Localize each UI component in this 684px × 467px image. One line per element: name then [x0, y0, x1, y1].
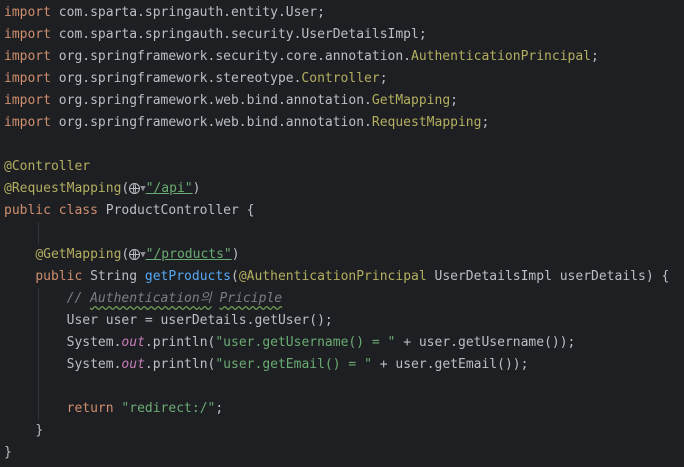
code-line-5: import org.springframework.web.bind.anno… [0, 90, 684, 112]
import-path: com.sparta.springauth.security.UserDetai… [50, 27, 427, 42]
keyword: public [35, 269, 83, 284]
import-package: org.springframework.security.core.annota… [50, 49, 411, 64]
code-line-4: import org.springframework.stereotype.Co… [0, 68, 684, 90]
keyword: public class [4, 203, 98, 218]
import-package: org.springframework.stereotype. [50, 71, 302, 86]
import-path: com.sparta.springauth.entity.User; [50, 5, 325, 20]
code-line-16: System.out.println("user.getUsername() =… [0, 332, 684, 354]
string-literal: "user.getUsername() = " [215, 335, 396, 350]
keyword: import [4, 5, 51, 20]
indent-guide [38, 310, 39, 332]
url-string-link[interactable]: "/api" [146, 181, 193, 196]
code-line-17: System.out.println("user.getEmail() = " … [0, 354, 684, 376]
code-line-11 [0, 222, 684, 244]
import-package: org.springframework.web.bind.annotation. [50, 93, 372, 108]
code-line-18 [0, 376, 684, 398]
import-class: RequestMapping [371, 115, 482, 130]
globe-icon[interactable] [129, 249, 141, 260]
code-line-6: import org.springframework.web.bind.anno… [0, 112, 684, 134]
paren-close: ) [192, 181, 201, 196]
semicolon: ; [379, 71, 388, 86]
annotation: @Controller [4, 159, 91, 174]
globe-icon[interactable] [129, 183, 141, 194]
comment-word: 의 [199, 291, 212, 306]
keyword: import [4, 71, 51, 86]
indent-guide [38, 354, 39, 376]
annotation: @RequestMapping [4, 181, 122, 196]
url-string-link[interactable]: "/products" [146, 247, 232, 262]
paren-close: ) [231, 247, 240, 262]
import-package: org.springframework.web.bind.annotation. [50, 115, 372, 130]
closing-brace: } [35, 423, 44, 438]
code-line-10: public class ProductController { [0, 200, 684, 222]
code-line-19: return "redirect:/"; [0, 398, 684, 420]
semicolon: ; [591, 49, 599, 64]
paren-open: ( [121, 247, 130, 262]
keyword: import [4, 93, 51, 108]
indent-guide [38, 222, 39, 244]
closing-brace: } [4, 445, 12, 460]
code-line-14: // Authentication의 Priciple [0, 288, 684, 310]
comment-word: Priciple [219, 291, 283, 306]
indent-guide [38, 332, 39, 354]
import-class: Controller [301, 71, 380, 86]
class-name: ProductController { [97, 203, 255, 218]
expression: + user.getEmail()); [371, 357, 529, 372]
code-line-21: } [0, 442, 684, 464]
semicolon: ; [215, 401, 224, 416]
method-call: .println( [144, 357, 216, 372]
code-line-12: @GetMapping(▼"/products") [0, 244, 684, 266]
indent-guide [38, 288, 39, 310]
annotation: @AuthenticationPrincipal [238, 269, 427, 284]
code-line-9: @RequestMapping(▼"/api") [0, 178, 684, 200]
code-line-8: @Controller [0, 156, 684, 178]
code-line-2: import com.sparta.springauth.security.Us… [0, 24, 684, 46]
static-field: out [121, 357, 145, 372]
code-line-1: import com.sparta.springauth.entity.User… [0, 2, 684, 24]
parameter: UserDetailsImpl userDetails) { [426, 269, 670, 284]
expression: + user.getUsername()); [395, 335, 576, 350]
code-line-13: public String getProducts(@Authenticatio… [0, 266, 684, 288]
code-line-3: import org.springframework.security.core… [0, 46, 684, 68]
indent-guide [38, 398, 39, 420]
code-line-20: } [0, 420, 684, 442]
string-literal: "user.getEmail() = " [215, 357, 372, 372]
code-line-15: User user = userDetails.getUser(); [0, 310, 684, 332]
method-call: .println( [144, 335, 216, 350]
annotation: @GetMapping [35, 247, 122, 262]
comment-word: Authentication [90, 291, 200, 306]
class-ref: System. [66, 335, 122, 350]
semicolon: ; [481, 115, 490, 130]
import-class: AuthenticationPrincipal [411, 49, 592, 64]
keyword: return [66, 401, 114, 416]
code-editor[interactable]: import com.sparta.springauth.entity.User… [0, 0, 684, 467]
semicolon: ; [450, 93, 458, 108]
string-literal: "redirect:/" [121, 401, 216, 416]
paren-open: ( [231, 269, 239, 284]
indent-guide [38, 376, 39, 398]
keyword: import [4, 49, 51, 64]
comment-prefix: // [66, 291, 91, 306]
static-field: out [121, 335, 145, 350]
import-class: GetMapping [371, 93, 451, 108]
method-name: getProducts [144, 269, 231, 284]
keyword: import [4, 115, 51, 130]
keyword: import [4, 27, 51, 42]
return-type: String [82, 269, 145, 284]
statement: User user = userDetails.getUser(); [66, 313, 333, 328]
class-ref: System. [66, 357, 122, 372]
paren-open: ( [121, 181, 130, 196]
